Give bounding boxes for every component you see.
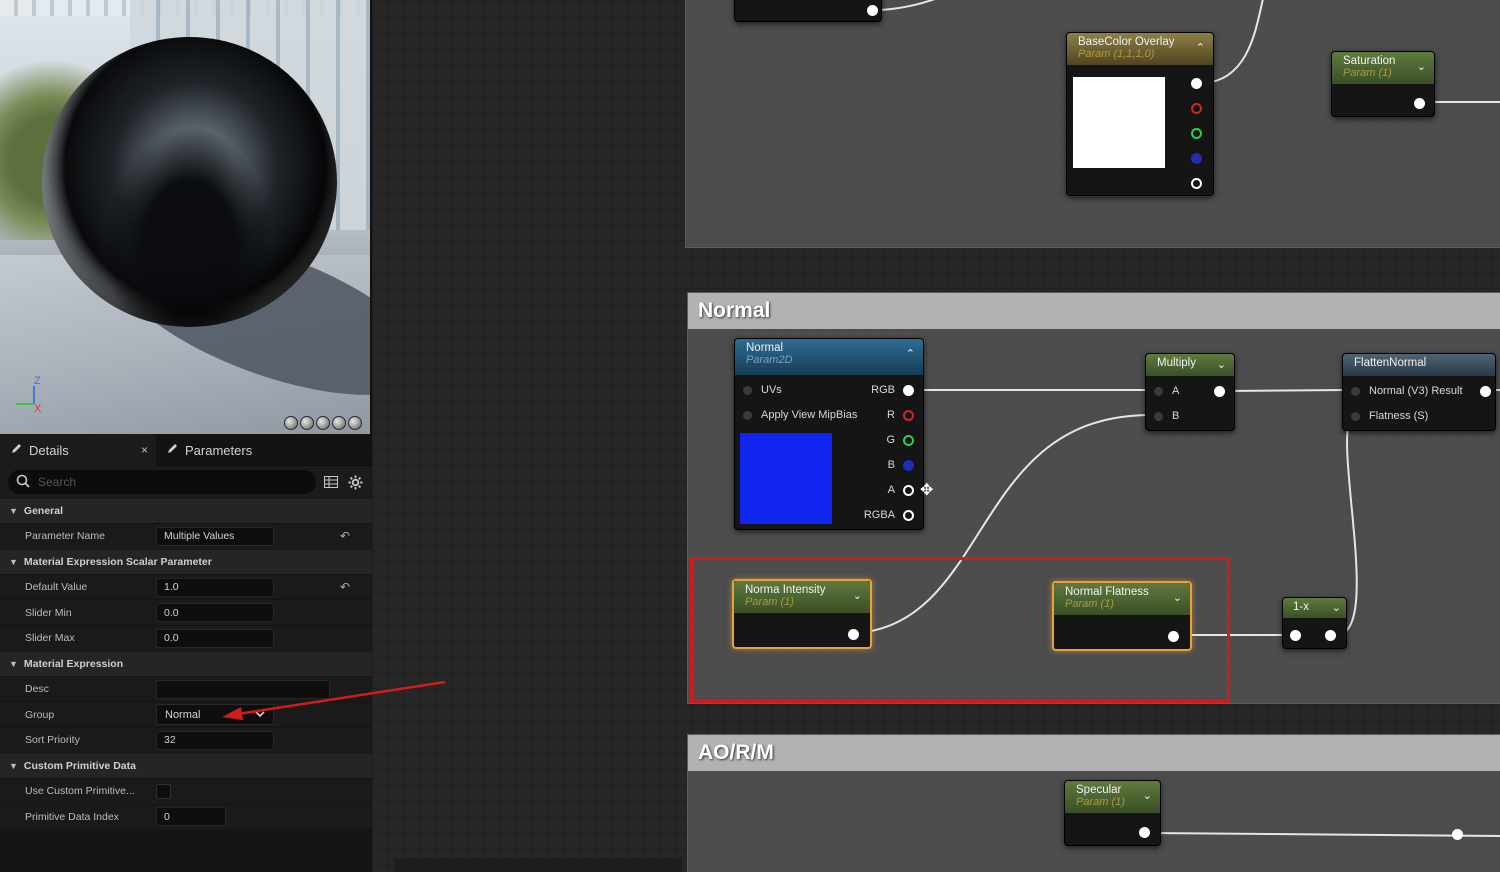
annotation-arrow [222,680,446,720]
